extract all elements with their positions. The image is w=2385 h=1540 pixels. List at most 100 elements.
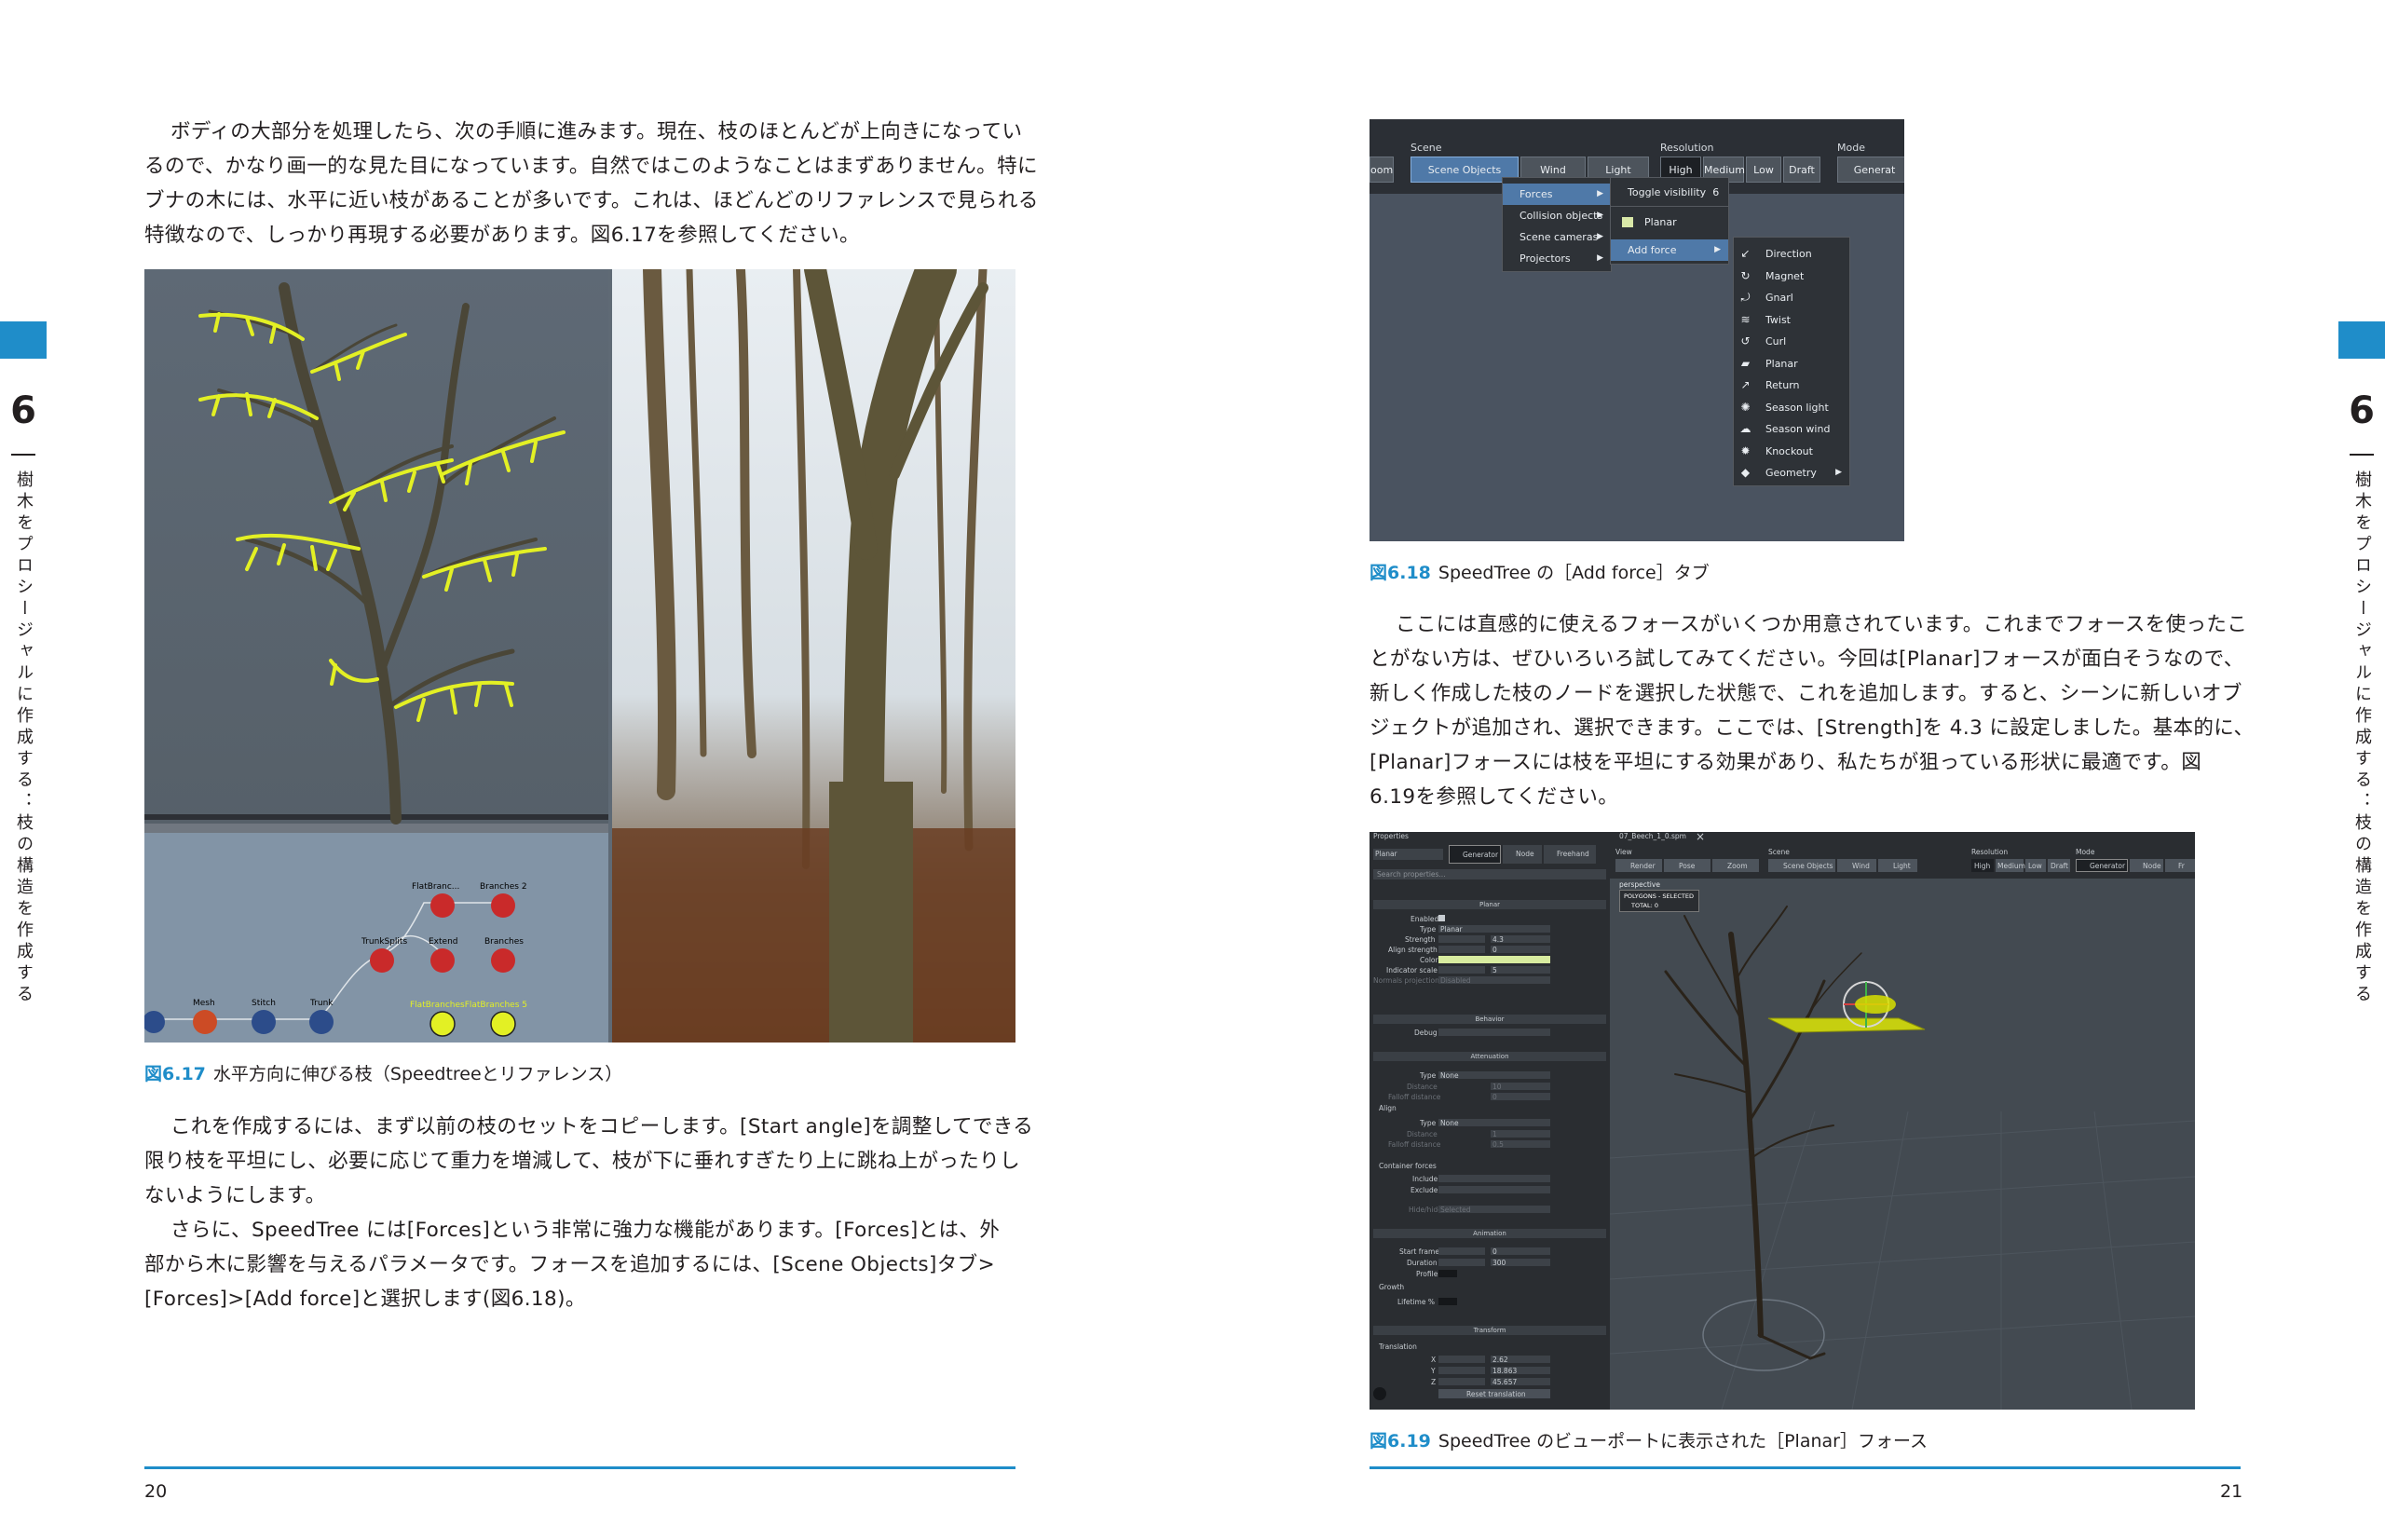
include-field[interactable] [1438,1175,1550,1182]
menu-item-season-wind[interactable]: ☁ Season wind [1734,418,1849,440]
res-low-button[interactable]: Low [1746,157,1781,183]
section-behavior[interactable]: Behavior [1373,1015,1606,1024]
scene-objects-button[interactable]: Scene Objects [1768,859,1835,872]
menu-item-season-light[interactable]: ✺ Season light [1734,397,1849,418]
section-planar[interactable]: Planar [1373,900,1606,909]
light-button[interactable]: Light [1878,859,1917,872]
menu-item-curl[interactable]: ↺ Curl [1734,331,1849,352]
align-strength-slider[interactable] [1438,946,1485,953]
res-medium-button[interactable]: Medium [1996,859,2025,872]
pose-button[interactable]: Pose [1664,859,1710,872]
res-draft-button[interactable]: Draft [2048,859,2070,872]
menu-item-forces[interactable]: Forces ▶ [1503,184,1611,205]
y-field[interactable]: 18.863 [1491,1367,1550,1375]
start-frame-field[interactable]: 0 [1491,1247,1550,1256]
mode-generator-button[interactable]: Generator [2076,859,2128,872]
field-label: Lifetime % [1397,1298,1435,1306]
field-label: Growth [1379,1283,1405,1291]
duration-field[interactable]: 300 [1491,1259,1550,1267]
duration-slider[interactable] [1438,1259,1485,1266]
viewport-3d[interactable] [1610,879,2195,1410]
wind-button[interactable]: Wind [1837,859,1876,872]
figure-6-17-image [144,269,1015,1043]
align-strength-field[interactable]: 0 [1491,946,1550,954]
button-label: Fr [2178,862,2185,870]
zoom-button[interactable]: Zoom [1712,859,1759,872]
object-name-field[interactable]: Planar [1373,849,1443,860]
wind-label: Wind [1540,164,1566,176]
x-slider[interactable] [1438,1356,1485,1363]
scene-label: Scene [1411,142,1442,154]
menu-item-planar[interactable]: ▰ Planar [1734,353,1849,375]
align-type-select[interactable]: None [1438,1119,1550,1127]
indicator-scale-field[interactable]: 5 [1491,966,1550,974]
season-light-icon: ✺ [1740,400,1751,414]
res-draft-button[interactable]: Draft [1783,157,1820,183]
menu-item-scene-cameras[interactable]: Scene cameras ▶ [1503,226,1611,248]
strength-slider[interactable] [1438,935,1485,943]
hide-select[interactable]: Selected [1438,1206,1550,1214]
color-swatch[interactable] [1438,956,1550,963]
align-falloff-field[interactable]: 0.5 [1491,1140,1550,1149]
field-value: Disabled [1440,976,1471,985]
field-label: Container forces [1379,1162,1437,1170]
tab-generator[interactable]: Generator [1449,845,1501,864]
menu-item-direction[interactable]: ↙ Direction [1734,243,1849,265]
reset-translation-button[interactable]: Reset translation [1438,1389,1550,1398]
z-slider[interactable] [1438,1378,1485,1385]
season-wind-icon: ☁ [1739,422,1751,435]
tab-label: Generator [1463,851,1499,859]
mode-generator-button[interactable]: Generat [1837,157,1904,183]
res-high-button[interactable]: High [1971,859,1994,872]
align-distance-field[interactable]: 1 [1491,1130,1550,1138]
file-tab[interactable]: 07_Beech_1_0.spm [1619,832,1686,840]
section-attenuation[interactable]: Attenuation [1373,1052,1606,1061]
geometry-icon: ◆ [1740,466,1751,479]
section-transform[interactable]: Transform [1373,1326,1606,1335]
profile-curve[interactable] [1438,1270,1457,1277]
attenuation-type-select[interactable]: None [1438,1071,1550,1080]
debug-field[interactable] [1438,1029,1550,1036]
type-select[interactable]: Planar [1438,925,1550,934]
more-icon[interactable] [1373,1387,1386,1400]
menu-item-return[interactable]: ↗ Return [1734,375,1849,396]
menu-item-magnet[interactable]: ↻ Magnet [1734,266,1849,287]
y-slider[interactable] [1438,1367,1485,1374]
falloff-distance-field[interactable]: 0 [1491,1093,1550,1101]
menu-item-collision-objects[interactable]: Collision objects ▶ [1503,205,1611,226]
render-button[interactable]: Render [1615,859,1662,872]
menu-item-twist[interactable]: ≋ Twist [1734,309,1849,331]
mode-node-button[interactable]: Node [2130,859,2163,872]
exclude-field[interactable] [1438,1186,1550,1193]
scene-objects-label: Scene Objects [1427,164,1502,176]
menu-item-planar-instance[interactable]: Planar [1611,211,1728,233]
mode-freehand-button[interactable]: Fr [2165,859,2195,872]
node-label: TrunkSplits [361,937,408,947]
strength-field[interactable]: 4.3 [1491,935,1550,944]
view-label: View [1615,848,1632,856]
res-low-button[interactable]: Low [2025,859,2046,872]
tab-freehand[interactable]: Freehand [1544,845,1596,864]
indicator-scale-slider[interactable] [1438,966,1485,974]
menu-item-toggle-visibility[interactable]: Toggle visibility 6 [1611,182,1728,203]
menu-item-gnarl[interactable]: ⤾ Gnarl [1734,287,1849,308]
knockout-icon: ✹ [1740,443,1751,457]
menu-item-add-force[interactable]: Add force ▶ [1611,239,1728,261]
normals-projection-select[interactable]: Disabled [1438,976,1550,985]
menu-item-geometry[interactable]: ◆ Geometry ▶ [1734,462,1849,484]
x-field[interactable]: 2.62 [1491,1356,1550,1364]
field-label: Type [1420,1071,1437,1080]
close-icon[interactable]: × [1696,832,1705,843]
lifetime-curve[interactable] [1438,1298,1457,1305]
start-frame-slider[interactable] [1438,1247,1485,1255]
menu-item-projectors[interactable]: Projectors ▶ [1503,248,1611,269]
section-animation[interactable]: Animation [1373,1229,1606,1238]
zoom-button[interactable]: oom [1370,157,1394,183]
scene-objects-menu: Forces ▶ Collision objects ▶ Scene cameras… [1502,177,1612,272]
tab-node[interactable]: Node [1503,845,1542,864]
menu-item-knockout[interactable]: ✹ Knockout [1734,441,1849,462]
enabled-checkbox[interactable] [1438,915,1445,921]
search-properties-input[interactable]: Search properties... [1373,869,1606,879]
z-field[interactable]: 45.657 [1491,1378,1550,1386]
distance-field[interactable]: 10 [1491,1083,1550,1091]
